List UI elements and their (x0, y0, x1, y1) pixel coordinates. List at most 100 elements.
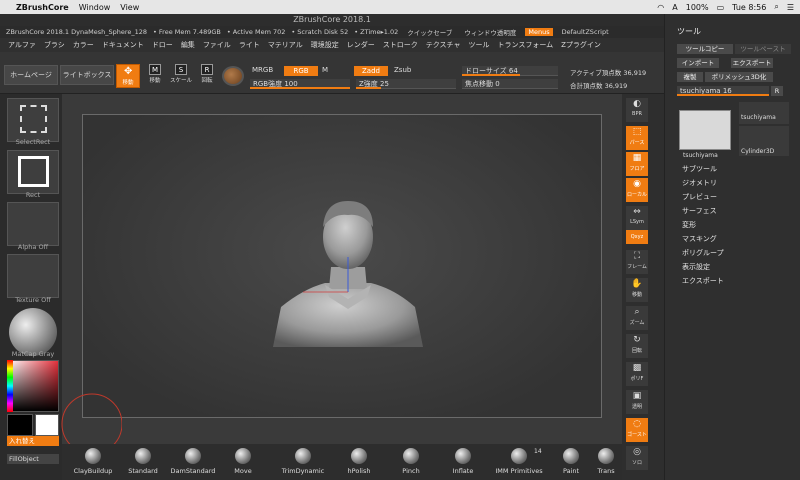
menus-button[interactable]: Menus (525, 28, 553, 36)
section-preview[interactable]: プレビュー (682, 192, 717, 202)
zadd-button[interactable]: Zadd (354, 66, 388, 76)
polyframe-button[interactable]: ▩ ポリF (626, 362, 648, 386)
material-swatch[interactable] (222, 66, 244, 86)
secondary-color-swatch[interactable] (7, 414, 33, 436)
rotate-button[interactable]: ↻ 回転 (626, 334, 648, 358)
input-source-icon[interactable]: A (672, 3, 677, 12)
section-geometry[interactable]: ジオメトリ (682, 178, 717, 188)
alpha-button[interactable] (7, 202, 59, 246)
focal-shift-slider[interactable]: 焦点移動 0 (462, 79, 558, 89)
rgb-button[interactable]: RGB (284, 66, 318, 76)
hue-strip[interactable] (7, 360, 13, 412)
wifi-icon[interactable]: ◠ (657, 3, 664, 12)
brush-trimdynamic[interactable]: TrimDynamic (278, 444, 328, 480)
menu-material[interactable]: マテリアル (268, 40, 303, 50)
brush-damstandard[interactable]: DamStandard (168, 444, 218, 480)
battery-icon[interactable]: ▭ (717, 3, 725, 12)
section-surface[interactable]: サーフェス (682, 206, 717, 216)
menu-edit[interactable]: 編集 (181, 40, 195, 50)
draw-size-slider[interactable]: ドローサイズ 64 (462, 66, 558, 76)
script-button[interactable]: DefaultZScript (559, 28, 612, 36)
ghost-button[interactable]: ◌ ゴースト (626, 418, 648, 442)
menu-light[interactable]: ライト (239, 40, 260, 50)
zoom-button[interactable]: ⌕ ズーム (626, 306, 648, 330)
menu-list-icon[interactable]: ☰ (787, 3, 794, 12)
brush-move[interactable]: Move (218, 444, 268, 480)
home-button[interactable]: ホームページ (4, 65, 58, 85)
menu-brush[interactable]: ブラシ (44, 40, 65, 50)
floor-button[interactable]: ▦ フロア (626, 152, 648, 176)
brush-standard[interactable]: Standard (118, 444, 168, 480)
import-button[interactable]: インポート (677, 58, 719, 68)
section-deformation[interactable]: 変形 (682, 220, 696, 230)
menu-render[interactable]: レンダー (347, 40, 375, 50)
menu-color[interactable]: カラー (73, 40, 94, 50)
lightbox-button[interactable]: ライトボックス (60, 65, 114, 85)
mac-app-menu[interactable]: ZBrushCore (16, 3, 69, 12)
imm-count: 14 (534, 448, 542, 455)
frame-button[interactable]: ⛶ フレーム (626, 250, 648, 274)
brush-pinch[interactable]: Pinch (386, 444, 436, 480)
menu-transform[interactable]: トランスフォーム (497, 40, 553, 50)
tool-palette-title[interactable]: ツール (677, 26, 701, 37)
menu-file[interactable]: ファイル (203, 40, 231, 50)
mrgb-button[interactable]: MRGB (252, 66, 273, 74)
local-button[interactable]: ◉ ローカル (626, 178, 648, 202)
clone-button[interactable]: 複製 (677, 72, 703, 82)
tool-thumbnail-main[interactable] (679, 110, 731, 150)
document-canvas[interactable] (82, 114, 602, 418)
clock[interactable]: Tue 8:56 (732, 3, 766, 12)
menu-draw[interactable]: ドロー (152, 40, 173, 50)
brush-trans[interactable]: Trans (590, 444, 622, 480)
rect-button[interactable] (7, 150, 59, 194)
current-tool-slider[interactable]: tsuchiyama 16 (677, 86, 769, 96)
section-polygroups[interactable]: ポリグループ (682, 248, 724, 258)
menu-document[interactable]: ドキュメント (102, 40, 144, 50)
matcap-button[interactable] (9, 308, 57, 356)
brush-paint[interactable]: Paint (546, 444, 596, 480)
canvas-area[interactable] (61, 94, 622, 444)
lsym-button[interactable]: ⇔ LSym (626, 206, 648, 230)
texture-button[interactable] (7, 254, 59, 298)
mac-menu-view[interactable]: View (120, 3, 139, 12)
move-tool-button[interactable]: 移動 (116, 64, 140, 88)
transparent-button[interactable]: ▣ 透明 (626, 390, 648, 414)
fill-object-button[interactable]: FillObject (7, 454, 59, 464)
menu-texture[interactable]: テクスチャ (426, 40, 461, 50)
rgb-intensity-slider[interactable]: RGB強度 100 (250, 79, 350, 89)
tool-paste-button[interactable]: ツールペースト (735, 44, 791, 54)
perspective-button[interactable]: ⬚ パース (626, 126, 648, 150)
tool-r-button[interactable]: R (771, 86, 783, 96)
zsub-button[interactable]: Zsub (394, 66, 411, 74)
tool-copy-button[interactable]: ツールコピー (677, 44, 733, 54)
menu-tool[interactable]: ツール (468, 40, 489, 50)
3d-bust-model[interactable] (263, 197, 433, 357)
shelf-rotate-button[interactable]: R 回転 (196, 64, 218, 88)
solo-button[interactable]: ◎ ソロ (626, 446, 648, 470)
brush-inflate[interactable]: Inflate (438, 444, 488, 480)
z-intensity-slider[interactable]: Z強度 25 (356, 79, 456, 89)
menu-alpha[interactable]: アルファ (8, 40, 36, 50)
search-icon[interactable]: ⌕ (774, 2, 778, 12)
transparency-button[interactable]: ウィンドウ透明度 (461, 27, 519, 37)
menu-preferences[interactable]: 環境設定 (311, 40, 339, 50)
bpr-button[interactable]: ◐ BPR (626, 98, 648, 122)
m-button[interactable]: M (322, 66, 328, 74)
menu-zplugin[interactable]: Zプラグイン (561, 40, 601, 50)
mac-menu-window[interactable]: Window (79, 3, 111, 12)
shelf-scale-button[interactable]: S スケール (170, 64, 192, 88)
section-export[interactable]: エクスポート (682, 276, 724, 286)
select-rect-button[interactable] (7, 98, 59, 142)
brush-hpolish[interactable]: hPolish (334, 444, 384, 480)
export-button[interactable]: エクスポート (731, 58, 773, 68)
make-polymesh-button[interactable]: ポリメッシュ3D化 (705, 72, 773, 82)
section-display[interactable]: 表示設定 (682, 262, 710, 272)
shelf-move-button[interactable]: M 移動 (144, 64, 166, 88)
qxyz-button[interactable]: Qxyz (626, 230, 648, 244)
quicksave-button[interactable]: クイックセーブ (404, 27, 455, 37)
section-subtool[interactable]: サブツール (682, 164, 717, 174)
menu-stroke[interactable]: ストローク (383, 40, 418, 50)
pan-button[interactable]: ✋ 移動 (626, 278, 648, 302)
section-masking[interactable]: マスキング (682, 234, 717, 244)
brush-claybuildup[interactable]: ClayBuildup (68, 444, 118, 480)
